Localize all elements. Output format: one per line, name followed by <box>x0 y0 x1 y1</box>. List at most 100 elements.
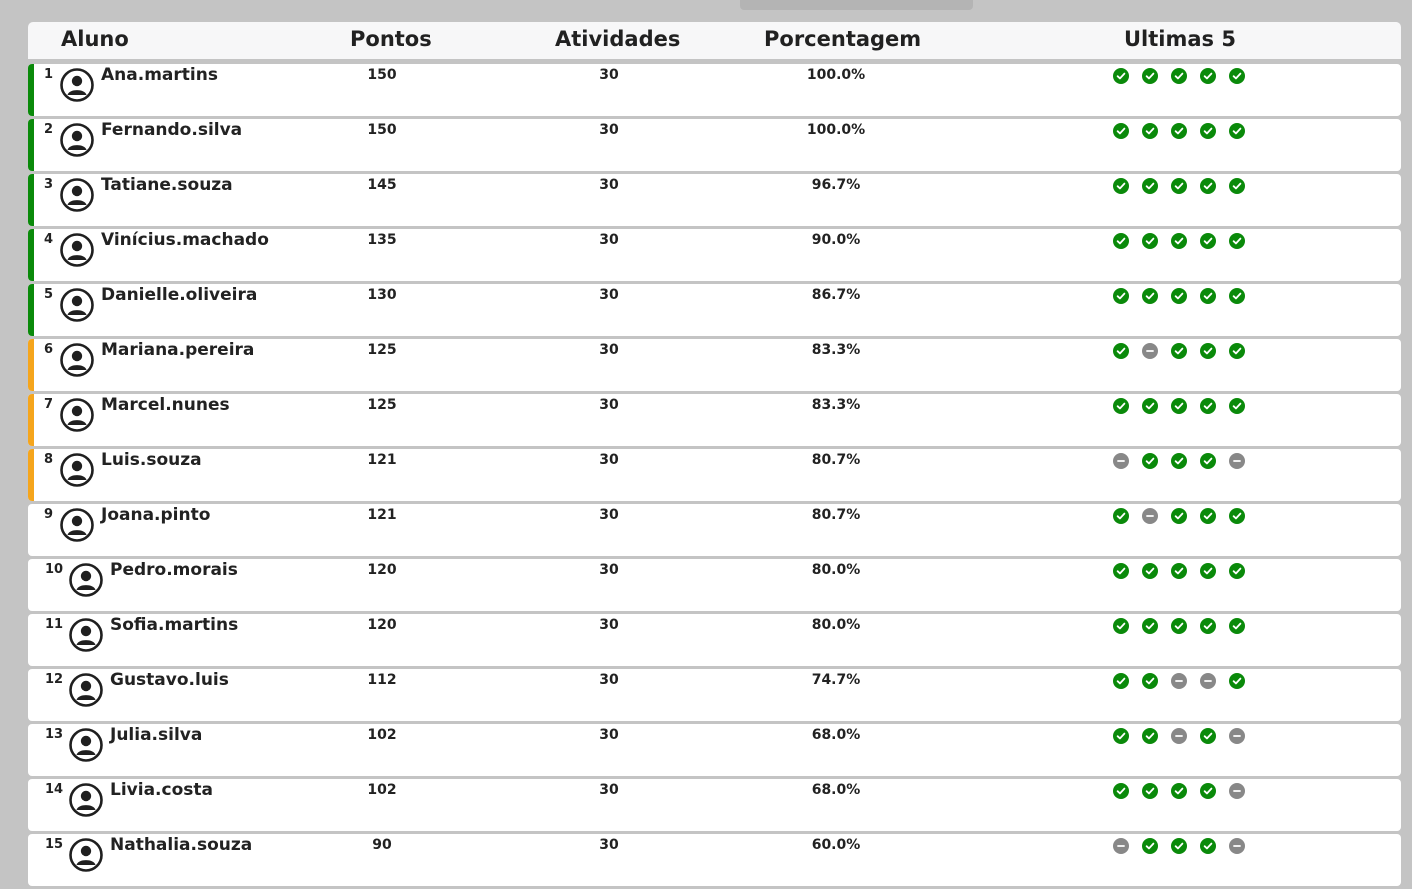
user-avatar-icon <box>60 508 94 542</box>
table-row[interactable]: 15 Nathalia.souza 90 30 60.0% <box>28 834 1401 886</box>
check-circle-icon <box>1142 838 1158 854</box>
percentage-value: 80.7% <box>811 507 861 523</box>
percentage-value: 68.0% <box>811 727 861 743</box>
rank-number: 14 <box>45 782 64 797</box>
atividades-value: 30 <box>599 287 619 303</box>
check-circle-icon <box>1113 673 1129 689</box>
last-5-results <box>1113 728 1245 744</box>
table-row[interactable]: 9 Joana.pinto 121 30 80.7% <box>28 504 1401 556</box>
minus-circle-icon <box>1229 453 1245 469</box>
table-row[interactable]: 3 Tatiane.souza 145 30 96.7% <box>28 174 1401 226</box>
last-5-results <box>1113 288 1245 304</box>
atividades-value: 30 <box>599 617 619 633</box>
check-circle-icon <box>1113 783 1129 799</box>
table-row[interactable]: 13 Julia.silva 102 30 68.0% <box>28 724 1401 776</box>
pontos-value: 121 <box>367 507 397 523</box>
percentage-value: 60.0% <box>811 837 861 853</box>
table-row[interactable]: 1 Ana.martins 150 30 100.0% <box>28 64 1401 116</box>
check-circle-icon <box>1171 783 1187 799</box>
check-circle-icon <box>1142 728 1158 744</box>
percentage-value: 74.7% <box>811 672 861 688</box>
check-circle-icon <box>1113 68 1129 84</box>
student-name[interactable]: Julia.silva <box>110 725 202 745</box>
check-circle-icon <box>1229 673 1245 689</box>
check-circle-icon <box>1200 123 1216 139</box>
user-avatar-icon <box>69 563 103 597</box>
user-avatar-icon <box>69 728 103 762</box>
percentage-value: 86.7% <box>811 287 861 303</box>
pontos-value: 150 <box>367 67 397 83</box>
student-name[interactable]: Joana.pinto <box>101 505 210 525</box>
student-name[interactable]: Livia.costa <box>110 780 213 800</box>
table-row[interactable]: 12 Gustavo.luis 112 30 74.7% <box>28 669 1401 721</box>
check-circle-icon <box>1142 563 1158 579</box>
student-name[interactable]: Sofia.martins <box>110 615 238 635</box>
rank-number: 9 <box>44 507 54 522</box>
student-name[interactable]: Fernando.silva <box>101 120 242 140</box>
table-row[interactable]: 5 Danielle.oliveira 130 30 86.7% <box>28 284 1401 336</box>
table-row[interactable]: 2 Fernando.silva 150 30 100.0% <box>28 119 1401 171</box>
check-circle-icon <box>1229 343 1245 359</box>
student-name[interactable]: Gustavo.luis <box>110 670 229 690</box>
table-row[interactable]: 10 Pedro.morais 120 30 80.0% <box>28 559 1401 611</box>
percentage-value: 96.7% <box>811 177 861 193</box>
check-circle-icon <box>1113 563 1129 579</box>
column-header-ultimas-5[interactable]: Ultimas 5 <box>1124 27 1236 51</box>
student-name[interactable]: Luis.souza <box>101 450 202 470</box>
last-5-results <box>1113 233 1245 249</box>
student-name[interactable]: Tatiane.souza <box>101 175 233 195</box>
student-name[interactable]: Marcel.nunes <box>101 395 230 415</box>
student-name[interactable]: Ana.martins <box>101 65 218 85</box>
column-header-porcentagem[interactable]: Porcentagem <box>764 27 921 51</box>
check-circle-icon <box>1113 123 1129 139</box>
student-name[interactable]: Mariana.pereira <box>101 340 254 360</box>
percentage-value: 100.0% <box>806 122 866 138</box>
student-name[interactable]: Nathalia.souza <box>110 835 252 855</box>
check-circle-icon <box>1229 123 1245 139</box>
check-circle-icon <box>1113 233 1129 249</box>
check-circle-icon <box>1171 233 1187 249</box>
pontos-value: 135 <box>367 232 397 248</box>
tier-stripe <box>28 394 34 446</box>
pontos-value: 130 <box>367 287 397 303</box>
last-5-results <box>1113 673 1245 689</box>
pontos-value: 145 <box>367 177 397 193</box>
check-circle-icon <box>1200 508 1216 524</box>
table-row[interactable]: 8 Luis.souza 121 30 80.7% <box>28 449 1401 501</box>
column-header-pontos[interactable]: Pontos <box>350 27 432 51</box>
last-5-results <box>1113 68 1245 84</box>
student-name[interactable]: Danielle.oliveira <box>101 285 257 305</box>
check-circle-icon <box>1229 68 1245 84</box>
user-avatar-icon <box>60 123 94 157</box>
table-row[interactable]: 14 Livia.costa 102 30 68.0% <box>28 779 1401 831</box>
column-header-aluno[interactable]: Aluno <box>61 27 129 51</box>
check-circle-icon <box>1229 178 1245 194</box>
column-header-atividades[interactable]: Atividades <box>555 27 680 51</box>
tier-stripe <box>28 119 34 171</box>
pontos-value: 125 <box>367 397 397 413</box>
table-row[interactable]: 4 Vinícius.machado 135 30 90.0% <box>28 229 1401 281</box>
check-circle-icon <box>1142 783 1158 799</box>
user-avatar-icon <box>60 288 94 322</box>
student-name[interactable]: Vinícius.machado <box>101 230 269 250</box>
top-tab-handle[interactable] <box>740 0 973 10</box>
check-circle-icon <box>1142 673 1158 689</box>
check-circle-icon <box>1229 398 1245 414</box>
atividades-value: 30 <box>599 562 619 578</box>
rank-number: 6 <box>44 342 54 357</box>
table-row[interactable]: 7 Marcel.nunes 125 30 83.3% <box>28 394 1401 446</box>
minus-circle-icon <box>1229 838 1245 854</box>
table-row[interactable]: 11 Sofia.martins 120 30 80.0% <box>28 614 1401 666</box>
check-circle-icon <box>1229 288 1245 304</box>
check-circle-icon <box>1171 398 1187 414</box>
check-circle-icon <box>1142 398 1158 414</box>
check-circle-icon <box>1171 508 1187 524</box>
rank-number: 7 <box>44 397 54 412</box>
student-name[interactable]: Pedro.morais <box>110 560 238 580</box>
atividades-value: 30 <box>599 177 619 193</box>
table-row[interactable]: 6 Mariana.pereira 125 30 83.3% <box>28 339 1401 391</box>
check-circle-icon <box>1171 838 1187 854</box>
minus-circle-icon <box>1142 508 1158 524</box>
check-circle-icon <box>1142 233 1158 249</box>
pontos-value: 120 <box>367 562 397 578</box>
